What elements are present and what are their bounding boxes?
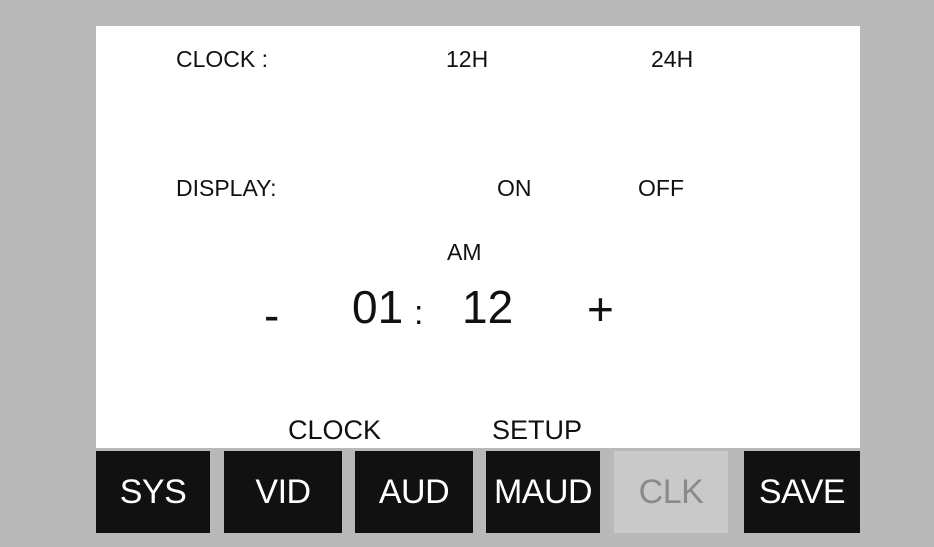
- time-increment-button[interactable]: +: [587, 286, 614, 332]
- am-pm-indicator[interactable]: AM: [447, 241, 482, 264]
- nav-clk-button[interactable]: CLK: [614, 451, 728, 533]
- display-label: DISPLAY:: [176, 175, 277, 201]
- clock-12h-option[interactable]: 12H: [446, 48, 488, 71]
- nav-sys-button[interactable]: SYS: [96, 451, 210, 533]
- time-separator: :: [414, 294, 424, 332]
- nav-save-button[interactable]: SAVE: [744, 451, 860, 533]
- time-decrement-button[interactable]: -: [264, 292, 279, 338]
- nav-maud-button[interactable]: MAUD: [486, 451, 600, 533]
- clock-24h-option[interactable]: 24H: [651, 48, 693, 71]
- page-title-clock: CLOCK: [288, 415, 382, 445]
- display-on-option[interactable]: ON: [497, 177, 532, 200]
- nav-vid-button[interactable]: VID: [224, 451, 342, 533]
- display-off-option[interactable]: OFF: [638, 177, 684, 200]
- settings-panel: CLOCK : 12H 24H DISPLAY: ON OFF AM - 01 …: [96, 26, 860, 429]
- hours-value[interactable]: 01: [352, 284, 403, 330]
- page-title-setup: SETUP: [492, 415, 583, 445]
- clock-format-label: CLOCK :: [176, 46, 269, 72]
- page-title-bar: CLOCK SETUP: [96, 414, 860, 448]
- minutes-value[interactable]: 12: [462, 284, 513, 330]
- nav-aud-button[interactable]: AUD: [355, 451, 473, 533]
